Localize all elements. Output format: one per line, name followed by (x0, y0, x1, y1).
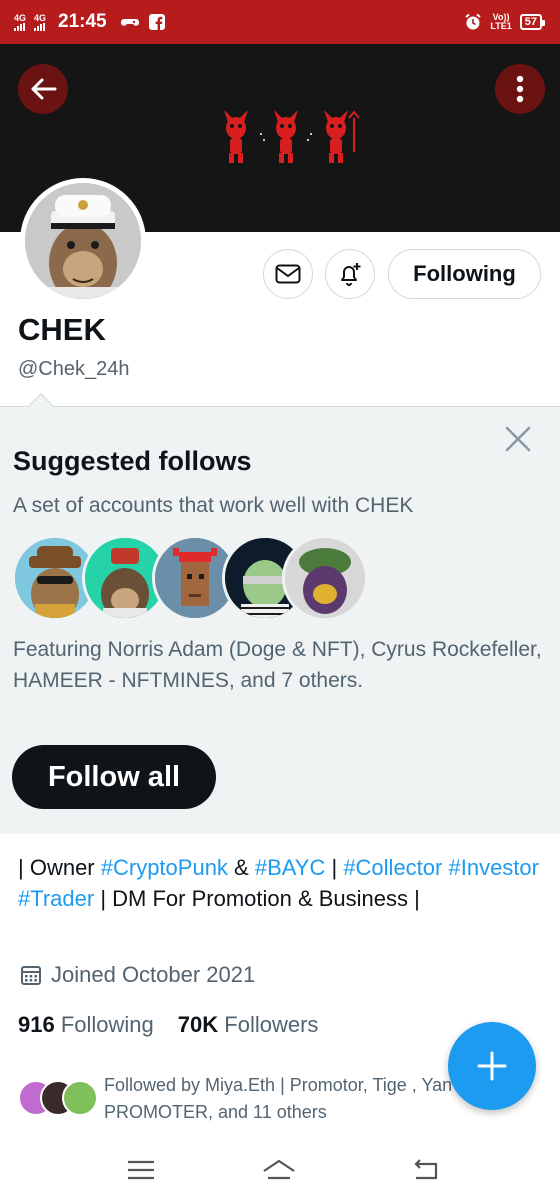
hashtag-cryptopunk[interactable]: #CryptoPunk (101, 855, 228, 880)
suggested-avatar-5[interactable] (282, 535, 368, 621)
network-label-2: 4G (34, 12, 47, 23)
followers-count: 70K (177, 1012, 219, 1037)
message-button[interactable] (263, 249, 313, 299)
followers-stat[interactable]: 70K Followers (178, 1012, 319, 1038)
suggested-follows-title: Suggested follows (13, 446, 252, 476)
calendar-icon (21, 966, 41, 985)
bio-text: | (325, 855, 344, 880)
suggested-follows-subtitle: A set of accounts that work well with CH… (13, 494, 414, 517)
plus-icon (477, 1051, 507, 1081)
alarm-icon (465, 13, 482, 30)
hashtag-investor[interactable]: #Investor (448, 855, 539, 880)
follow-stats: 916 Following 70K Followers (18, 1012, 318, 1038)
home-icon[interactable] (262, 1156, 296, 1184)
follow-all-button[interactable]: Follow all (12, 745, 216, 809)
system-nav-bar (0, 1138, 560, 1200)
more-options-button[interactable] (495, 64, 545, 114)
notifications-button[interactable] (325, 249, 375, 299)
profile-avatar[interactable] (20, 178, 146, 304)
ape-avatar-image (25, 183, 141, 299)
network-label-1: 4G (14, 12, 27, 23)
profile-bio: | Owner #CryptoPunk & #BAYC | #Collector… (18, 852, 543, 914)
user-handle: @Chek_24h (18, 358, 130, 380)
signal-icon-2: 4G (34, 12, 47, 31)
status-bar: 4G 4G 21:45 Vo)) LTE1 57 (0, 0, 560, 44)
following-count: 916 (18, 1012, 55, 1037)
follower-avatar-3 (62, 1080, 98, 1116)
hashtag-trader[interactable]: #Trader (18, 886, 94, 911)
compose-tweet-button[interactable] (448, 1022, 536, 1110)
hashtag-collector[interactable]: #Collector (343, 855, 442, 880)
suggested-avatars (12, 535, 372, 621)
menu-icon[interactable] (124, 1156, 158, 1184)
back-button[interactable] (18, 64, 68, 114)
battery-icon: 57 (519, 14, 546, 30)
featuring-text: Featuring Norris Adam (Doge & NFT), Cyru… (13, 638, 542, 692)
bio-text: | Owner (18, 855, 101, 880)
joined-date: Joined October 2021 (20, 962, 255, 988)
joined-text: Joined October 2021 (51, 962, 256, 987)
mail-icon (275, 264, 301, 284)
following-label: Following (60, 1012, 154, 1037)
profile-screen: 4G 4G 21:45 Vo)) LTE1 57 Following CHEK … (0, 0, 560, 1200)
bio-text: & (227, 855, 255, 880)
close-icon[interactable] (503, 424, 533, 454)
followers-label: Followers (224, 1012, 319, 1037)
battery-level: 57 (524, 16, 537, 28)
following-button[interactable]: Following (388, 249, 541, 299)
following-stat[interactable]: 916 Following (18, 1012, 154, 1038)
signal-icon: 4G (14, 12, 27, 31)
facebook-icon (148, 14, 165, 30)
hashtag-bayc[interactable]: #BAYC (255, 855, 326, 880)
volte-indicator: Vo)) LTE1 (490, 13, 511, 31)
clock: 21:45 (58, 11, 107, 32)
back-arrow-icon (31, 78, 57, 100)
volte-bottom: LTE1 (490, 21, 512, 31)
bell-plus-icon (341, 263, 361, 286)
banner-devils-image (224, 110, 360, 163)
back-nav-icon[interactable] (408, 1156, 442, 1184)
display-name: CHEK (18, 312, 106, 347)
bio-text: | DM For Promotion & Business | (94, 886, 420, 911)
more-vertical-icon (516, 75, 524, 103)
game-controller-icon (120, 19, 139, 26)
